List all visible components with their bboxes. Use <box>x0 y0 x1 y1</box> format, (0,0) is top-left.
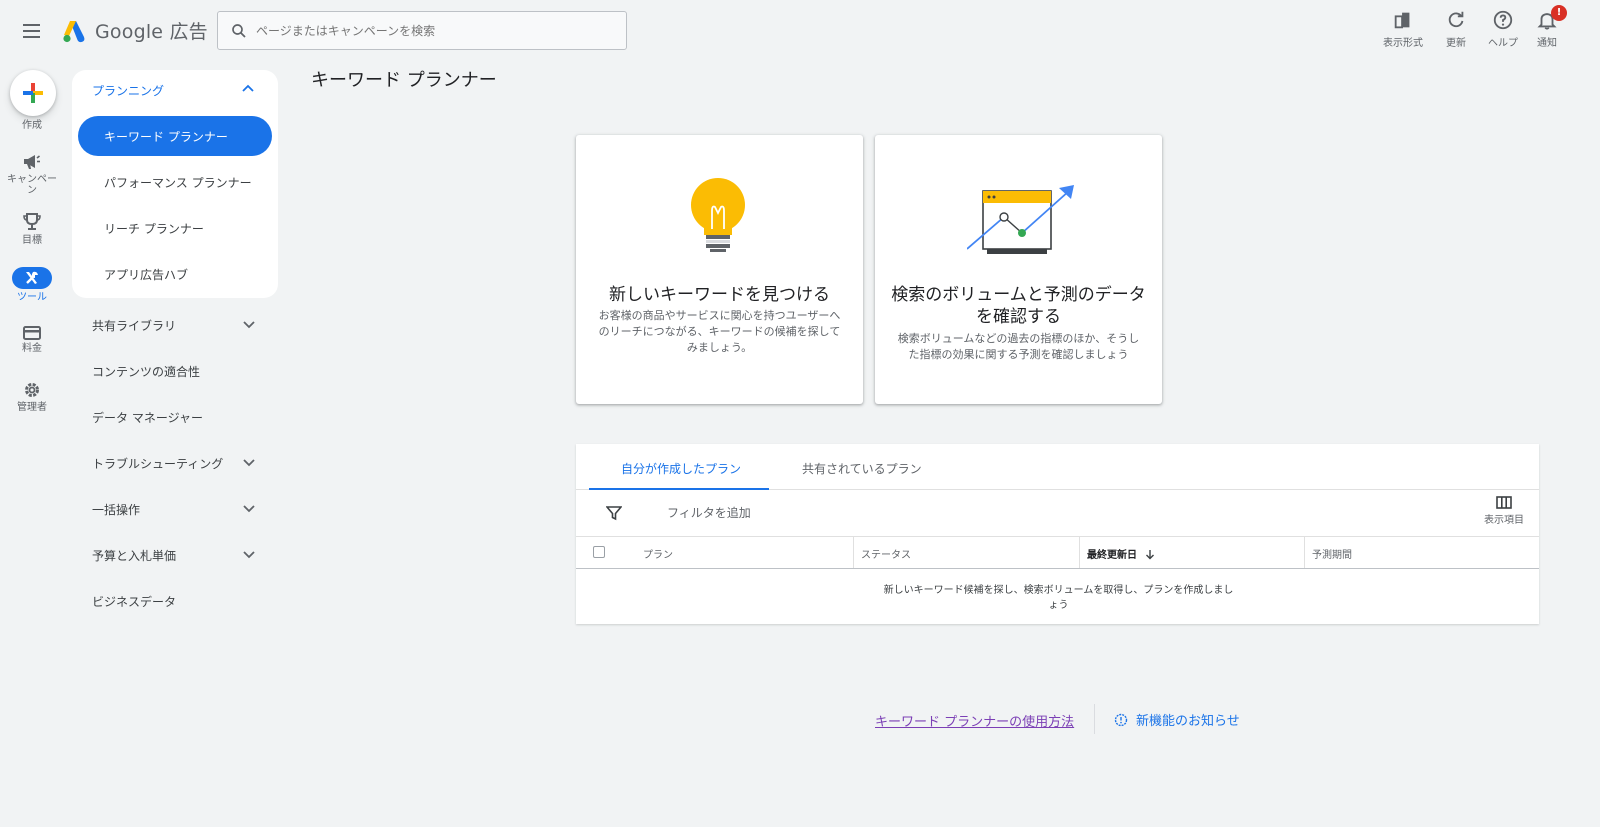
rail-admin[interactable]: 管理者 <box>0 381 64 413</box>
column-header-status[interactable]: ステータス <box>861 546 911 561</box>
planning-section: プランニング キーワード プランナー パフォーマンス プランナー リーチ プラン… <box>72 70 278 298</box>
rail-tools-label: ツール <box>17 292 47 303</box>
nav-data-manager[interactable]: データ マネージャー <box>92 409 262 426</box>
filter-icon[interactable] <box>606 505 622 521</box>
tab-active-indicator <box>589 488 769 490</box>
column-separator <box>853 536 854 569</box>
refresh-label: 更新 <box>1446 38 1466 49</box>
rail-billing-label: 料金 <box>22 343 42 354</box>
notifications-label: 通知 <box>1537 38 1557 49</box>
search-volume-forecast-desc: 検索ボリュームなどの過去の指標のほか、そうした指標の効果に関する予測を確認しまし… <box>897 332 1140 361</box>
rail-create[interactable]: 作成 <box>0 117 64 131</box>
columns-label: 表示項目 <box>1484 515 1524 526</box>
chevron-down-icon[interactable] <box>243 321 255 329</box>
last-updated-label: 最終更新日 <box>1087 550 1137 561</box>
nav-app-ads-hub[interactable]: アプリ広告ハブ <box>78 254 272 294</box>
nav-shared-library[interactable]: 共有ライブラリ <box>92 317 262 334</box>
nav-content-suitability[interactable]: コンテンツの適合性 <box>92 363 262 380</box>
rail-create-label: 作成 <box>22 120 42 131</box>
tools-active-pill <box>12 267 52 289</box>
select-all-checkbox[interactable] <box>593 546 605 558</box>
column-separator <box>1079 536 1080 569</box>
discover-keywords-card[interactable]: 新しいキーワードを見つける お客様の商品やサービスに関心を持つユーザーへのリーチ… <box>576 135 863 404</box>
page-title: キーワード プランナー <box>311 70 497 91</box>
rail-tools[interactable]: ツール <box>0 267 64 303</box>
nav-keyword-planner[interactable]: キーワード プランナー <box>78 116 272 156</box>
notifications-button[interactable]: ! 通知 <box>1517 5 1577 49</box>
nav-troubleshooting[interactable]: トラブルシューティング <box>92 455 262 472</box>
menu-icon[interactable] <box>20 20 44 42</box>
rail-campaigns-label: キャンペーン <box>7 174 57 196</box>
header-divider <box>576 568 1539 569</box>
whats-new-link[interactable]: 新機能のお知らせ <box>1114 710 1240 729</box>
refresh-icon <box>1448 11 1464 28</box>
gear-icon <box>25 383 39 397</box>
nav-performance-planner[interactable]: パフォーマンス プランナー <box>78 162 272 202</box>
rail-goals-label: 目標 <box>22 235 42 246</box>
search-input[interactable] <box>256 23 616 38</box>
forecast-chart-icon <box>967 185 1074 254</box>
tools-icon <box>26 271 38 284</box>
logo-text: Google 広告 <box>95 21 208 43</box>
sort-descending-icon <box>1146 550 1155 560</box>
whats-new-label: 新機能のお知らせ <box>1136 714 1240 729</box>
search-volume-forecast-card[interactable]: 検索のボリュームと予測のデータを確認する 検索ボリュームなどの過去の指標のほか、… <box>875 135 1162 404</box>
planning-header[interactable]: プランニング <box>92 82 164 99</box>
rail-goals[interactable]: 目標 <box>0 212 64 246</box>
column-header-forecast-period[interactable]: 予測期間 <box>1312 546 1352 561</box>
column-header-last-updated[interactable]: 最終更新日 <box>1087 546 1155 561</box>
rail-campaigns[interactable]: キャンペーン <box>0 153 64 196</box>
appearance-label: 表示形式 <box>1383 38 1423 49</box>
chevron-down-icon[interactable] <box>243 505 255 513</box>
megaphone-icon <box>24 155 40 169</box>
chevron-down-icon[interactable] <box>243 551 255 559</box>
column-separator <box>1304 536 1305 569</box>
rail-billing[interactable]: 料金 <box>0 326 64 354</box>
announcement-icon <box>1114 713 1128 726</box>
search-box[interactable] <box>217 11 627 50</box>
footer-divider <box>1094 704 1095 734</box>
rail-admin-label: 管理者 <box>17 402 47 413</box>
trophy-icon <box>23 213 41 230</box>
appearance-icon <box>1394 12 1410 29</box>
google-ads-logo[interactable]: Google 広告 <box>61 17 208 44</box>
notification-badge: ! <box>1551 5 1567 21</box>
plans-table: 自分が作成したプラン 共有されているプラン フィルタを追加 表示項目 プラン ス… <box>576 444 1539 624</box>
nav-bulk-actions[interactable]: 一括操作 <box>92 501 262 518</box>
nav-reach-planner[interactable]: リーチ プランナー <box>78 208 272 248</box>
search-volume-forecast-title: 検索のボリュームと予測のデータを確認する <box>891 285 1146 327</box>
empty-state-message: 新しいキーワード候補を探し、検索ボリュームを取得し、プランを作成しましょう <box>883 585 1234 611</box>
appearance-button[interactable]: 表示形式 <box>1373 9 1433 49</box>
columns-button[interactable]: 表示項目 <box>1480 496 1528 526</box>
chevron-up-icon[interactable] <box>242 84 254 92</box>
plus-icon <box>23 83 43 103</box>
column-header-plan[interactable]: プラン <box>643 546 673 561</box>
google-ads-logo-icon <box>63 20 85 42</box>
search-icon <box>232 23 246 38</box>
credit-card-icon <box>23 326 41 340</box>
tab-my-plans[interactable]: 自分が作成したプラン <box>621 460 741 477</box>
help-icon <box>1493 10 1513 30</box>
keyword-planner-howto-link[interactable]: キーワード プランナーの使用方法 <box>875 711 1074 730</box>
filter-divider <box>576 536 1539 537</box>
help-label: ヘルプ <box>1488 38 1518 49</box>
add-filter-input[interactable]: フィルタを追加 <box>667 504 751 521</box>
columns-icon <box>1496 496 1512 509</box>
top-bar: Google 広告 表示形式 更新 ヘルプ ! 通知 <box>0 0 1600 62</box>
tab-shared-plans[interactable]: 共有されているプラン <box>802 460 922 477</box>
discover-keywords-title: 新しいキーワードを見つける <box>609 285 830 305</box>
discover-keywords-desc: お客様の商品やサービスに関心を持つユーザーへのリーチにつながる、キーワードの候補… <box>598 309 841 354</box>
nav-business-data[interactable]: ビジネスデータ <box>92 593 262 610</box>
chevron-down-icon[interactable] <box>243 459 255 467</box>
nav-budgets-bids[interactable]: 予算と入札単価 <box>92 547 262 564</box>
lightbulb-icon <box>691 178 745 252</box>
create-button[interactable] <box>10 70 56 116</box>
